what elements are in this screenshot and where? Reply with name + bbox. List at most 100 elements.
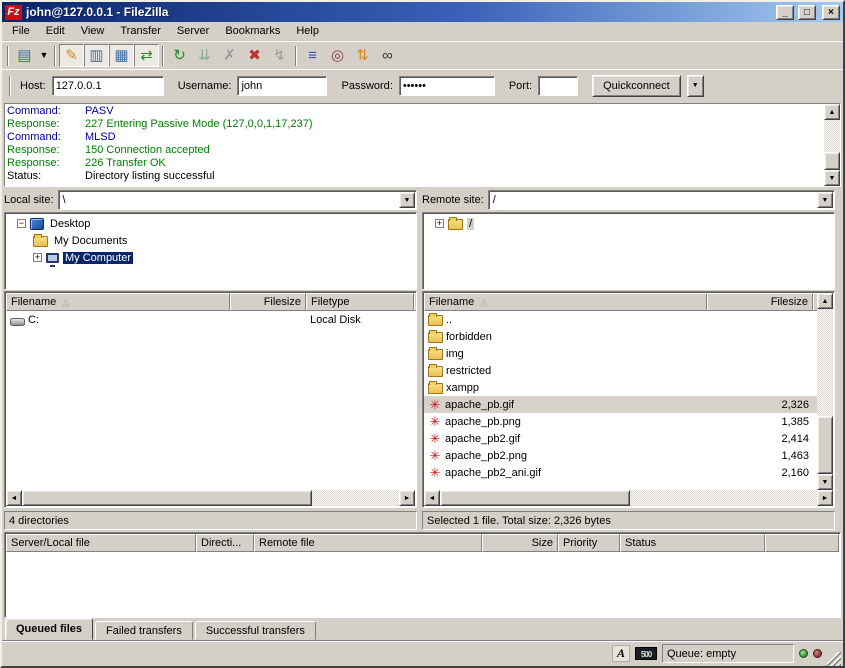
tab-successful-transfers[interactable]: Successful transfers [195,621,316,640]
quickconnect-dropdown-button[interactable]: ▼ [687,75,704,97]
maximize-button[interactable]: □ [798,5,816,20]
local-site-combobox[interactable]: \ ▼ [58,190,417,210]
menu-server[interactable]: Server [169,23,217,39]
host-input[interactable] [52,76,164,96]
collapse-icon[interactable]: − [17,219,26,228]
column-header-size[interactable]: Size [482,534,558,552]
find-files-button[interactable]: ∞ [375,44,400,67]
site-manager-button[interactable]: ▤ [12,44,37,67]
disconnect-button[interactable]: ✖ [242,44,267,67]
log-vertical-scrollbar[interactable]: ▲ ▼ [824,104,840,186]
tab-queued-files[interactable]: Queued files [5,618,93,640]
menu-transfer[interactable]: Transfer [112,23,169,39]
tree-item-my-computer[interactable]: + My Computer [7,249,414,266]
synchronized-browsing-button[interactable]: ⇅ [350,44,375,67]
directory-comparison-button[interactable]: ◎ [325,44,350,67]
directory-filter-button[interactable]: ≡ [300,44,325,67]
remote-file-row[interactable]: .. [424,311,817,328]
tab-failed-transfers[interactable]: Failed transfers [95,621,193,640]
column-header-filename[interactable]: Filename △ [424,293,707,311]
remote-file-row[interactable]: img [424,345,817,362]
quickconnect-button[interactable]: Quickconnect [592,75,681,97]
tree-item-my-documents[interactable]: My Documents [7,232,414,249]
column-header-filename[interactable]: Filename △ [6,293,230,311]
column-header-filetype[interactable]: Filetype [306,293,414,311]
toggle-message-log-button[interactable]: ✎ [59,44,84,67]
scroll-down-icon[interactable]: ▼ [824,170,840,186]
toggle-local-tree-button[interactable]: ▥ [84,44,109,67]
column-header-direction[interactable]: Directi... [196,534,254,552]
log-scroll-track[interactable] [824,120,840,170]
refresh-button[interactable]: ↻ [167,44,192,67]
column-label: Filename [11,296,56,308]
local-hscroll-thumb[interactable] [22,490,312,506]
expand-icon[interactable]: + [435,219,444,228]
local-horizontal-scrollbar[interactable]: ◄ ► [6,490,415,506]
scroll-up-icon[interactable]: ▲ [824,104,840,120]
local-site-value: \ [60,194,399,206]
toggle-transfer-queue-button[interactable]: ⇄ [134,44,159,67]
image-file-icon: ✳ [428,449,442,463]
remote-file-row[interactable]: ✳apache_pb.png 1,385 [424,413,817,430]
column-header-filesize[interactable]: Filesize [707,293,813,311]
remote-file-row[interactable]: ✳apache_pb2.png 1,463 [424,447,817,464]
column-header-status[interactable]: Status [620,534,765,552]
column-header-last-modified[interactable]: L [414,293,417,311]
tree-item-label[interactable]: / [467,218,474,230]
tree-item-label[interactable]: Desktop [48,218,92,230]
tree-item-label[interactable]: My Computer [63,252,133,264]
column-header-remote-file[interactable]: Remote file [254,534,482,552]
remote-file-row-selected[interactable]: ✳apache_pb.gif 2,326 [424,396,817,413]
port-input[interactable] [538,76,578,96]
menu-edit[interactable]: Edit [38,23,73,39]
local-file-row[interactable]: C: Local Disk [6,311,415,328]
remote-hscroll-thumb[interactable] [440,490,630,506]
tree-item-label[interactable]: My Documents [52,235,129,247]
reconnect-button[interactable]: ↯ [267,44,292,67]
column-header-filesize[interactable]: Filesize [230,293,306,311]
log-scroll-thumb[interactable] [824,152,840,170]
remote-vscroll-thumb[interactable] [817,416,833,474]
scroll-down-icon[interactable]: ▼ [817,474,833,490]
menu-bookmarks[interactable]: Bookmarks [217,23,288,39]
log-line: Command: PASV [7,105,824,118]
expand-icon[interactable]: + [33,253,42,262]
local-site-dropdown-button[interactable]: ▼ [399,192,415,208]
remote-hscroll-track[interactable] [630,490,817,506]
remote-site-combobox[interactable]: / ▼ [488,190,835,210]
scroll-right-icon[interactable]: ► [399,490,415,506]
speed-limits-icon[interactable]: 500 [635,647,657,660]
process-queue-button[interactable]: ⇊ [192,44,217,67]
menu-file[interactable]: File [4,23,38,39]
remote-file-row[interactable]: xampp [424,379,817,396]
close-button[interactable]: × [822,5,840,20]
menu-help[interactable]: Help [288,23,327,39]
scroll-up-icon[interactable]: ▲ [817,293,833,309]
remote-vertical-scrollbar[interactable]: ▲ ▼ [817,293,833,490]
data-type-indicator-icon[interactable]: A [612,645,630,662]
tree-item-desktop[interactable]: − Desktop [7,215,414,232]
password-input[interactable] [399,76,495,96]
toggle-remote-tree-button[interactable]: ▦ [109,44,134,67]
menu-view[interactable]: View [73,23,113,39]
remote-file-row[interactable]: restricted [424,362,817,379]
username-input[interactable] [237,76,327,96]
site-manager-dropdown-button[interactable]: ▼ [37,44,51,67]
remote-file-row[interactable]: forbidden [424,328,817,345]
remote-horizontal-scrollbar[interactable]: ◄ ► [424,490,833,506]
column-header-server-local-file[interactable]: Server/Local file [6,534,196,552]
remote-vscroll-track[interactable] [817,309,833,474]
remote-file-row[interactable]: ✳apache_pb2_ani.gif 2,160 [424,464,817,481]
minimize-button[interactable]: _ [776,5,794,20]
remote-site-dropdown-button[interactable]: ▼ [817,192,833,208]
local-hscroll-track[interactable] [312,490,399,506]
remote-file-row[interactable]: ✳apache_pb2.gif 2,414 [424,430,817,447]
cancel-operation-button[interactable]: ✗ [217,44,242,67]
scroll-left-icon[interactable]: ◄ [6,490,22,506]
scroll-left-icon[interactable]: ◄ [424,490,440,506]
refresh-icon: ↻ [173,48,186,63]
resize-grip[interactable] [827,652,841,666]
tree-item-root[interactable]: + / [425,215,832,232]
column-header-priority[interactable]: Priority [558,534,620,552]
scroll-right-icon[interactable]: ► [817,490,833,506]
